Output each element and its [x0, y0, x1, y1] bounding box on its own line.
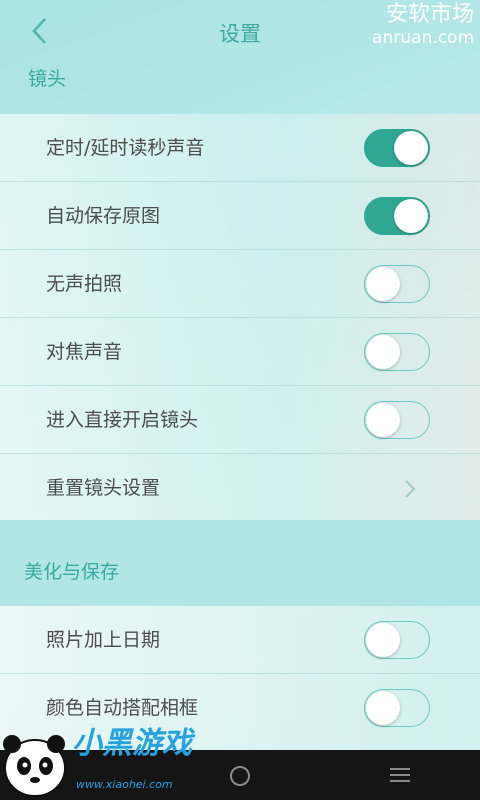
home-circle-icon[interactable] — [230, 766, 250, 786]
setting-row-focus-sound[interactable]: 对焦声音 — [0, 318, 480, 386]
toggle-switch[interactable] — [364, 401, 430, 439]
section-title-lens: 镜头 — [28, 68, 67, 90]
setting-row-open-camera-directly[interactable]: 进入直接开启镜头 — [0, 386, 480, 454]
menu-icon[interactable] — [390, 768, 410, 782]
toggle-switch[interactable] — [364, 333, 430, 371]
settings-group-lens: 定时/延时读秒声音 自动保存原图 无声拍照 对焦声音 进入直接开启镜头 重置镜头… — [0, 114, 480, 520]
setting-row-countdown-sound[interactable]: 定时/延时读秒声音 — [0, 114, 480, 182]
toggle-knob — [366, 691, 400, 725]
toggle-knob — [394, 131, 428, 165]
watermark-en: anruan.com — [372, 28, 474, 48]
toggle-knob — [394, 199, 428, 233]
setting-label: 无声拍照 — [46, 273, 123, 295]
toggle-switch[interactable] — [364, 197, 430, 235]
setting-row-add-date[interactable]: 照片加上日期 — [0, 606, 480, 674]
setting-row-reset-lens[interactable]: 重置镜头设置 — [0, 454, 480, 522]
setting-label: 照片加上日期 — [46, 629, 161, 651]
logo-text: 小黑游戏 — [72, 726, 192, 761]
toggle-knob — [366, 335, 400, 369]
logo-url: www.xiaohei.com — [76, 778, 173, 791]
toggle-switch[interactable] — [364, 621, 430, 659]
watermark-cn: 安软市场 — [385, 2, 474, 27]
panda-icon — [3, 735, 66, 797]
site-logo: 小黑游戏 www.xiaohei.com — [0, 718, 200, 800]
watermark: 安软市场 anruan.com — [372, 2, 474, 48]
toggle-knob — [366, 623, 400, 657]
setting-row-auto-save-original[interactable]: 自动保存原图 — [0, 182, 480, 250]
chevron-right-icon — [405, 480, 416, 498]
toggle-switch[interactable] — [364, 129, 430, 167]
toggle-switch[interactable] — [364, 265, 430, 303]
toggle-knob — [366, 267, 400, 301]
setting-label: 重置镜头设置 — [46, 477, 161, 499]
section-title-beautify-save: 美化与保存 — [0, 520, 480, 606]
settings-screen: 设置 安软市场 anruan.com 镜头 定时/延时读秒声音 自动保存原图 无… — [0, 0, 480, 800]
setting-label: 进入直接开启镜头 — [46, 409, 199, 431]
setting-label: 定时/延时读秒声音 — [46, 137, 205, 159]
setting-label: 自动保存原图 — [46, 205, 161, 227]
toggle-knob — [366, 403, 400, 437]
setting-label: 对焦声音 — [46, 341, 123, 363]
setting-row-silent-shot[interactable]: 无声拍照 — [0, 250, 480, 318]
toggle-switch[interactable] — [364, 689, 430, 727]
app-header: 设置 安软市场 anruan.com — [0, 0, 480, 62]
